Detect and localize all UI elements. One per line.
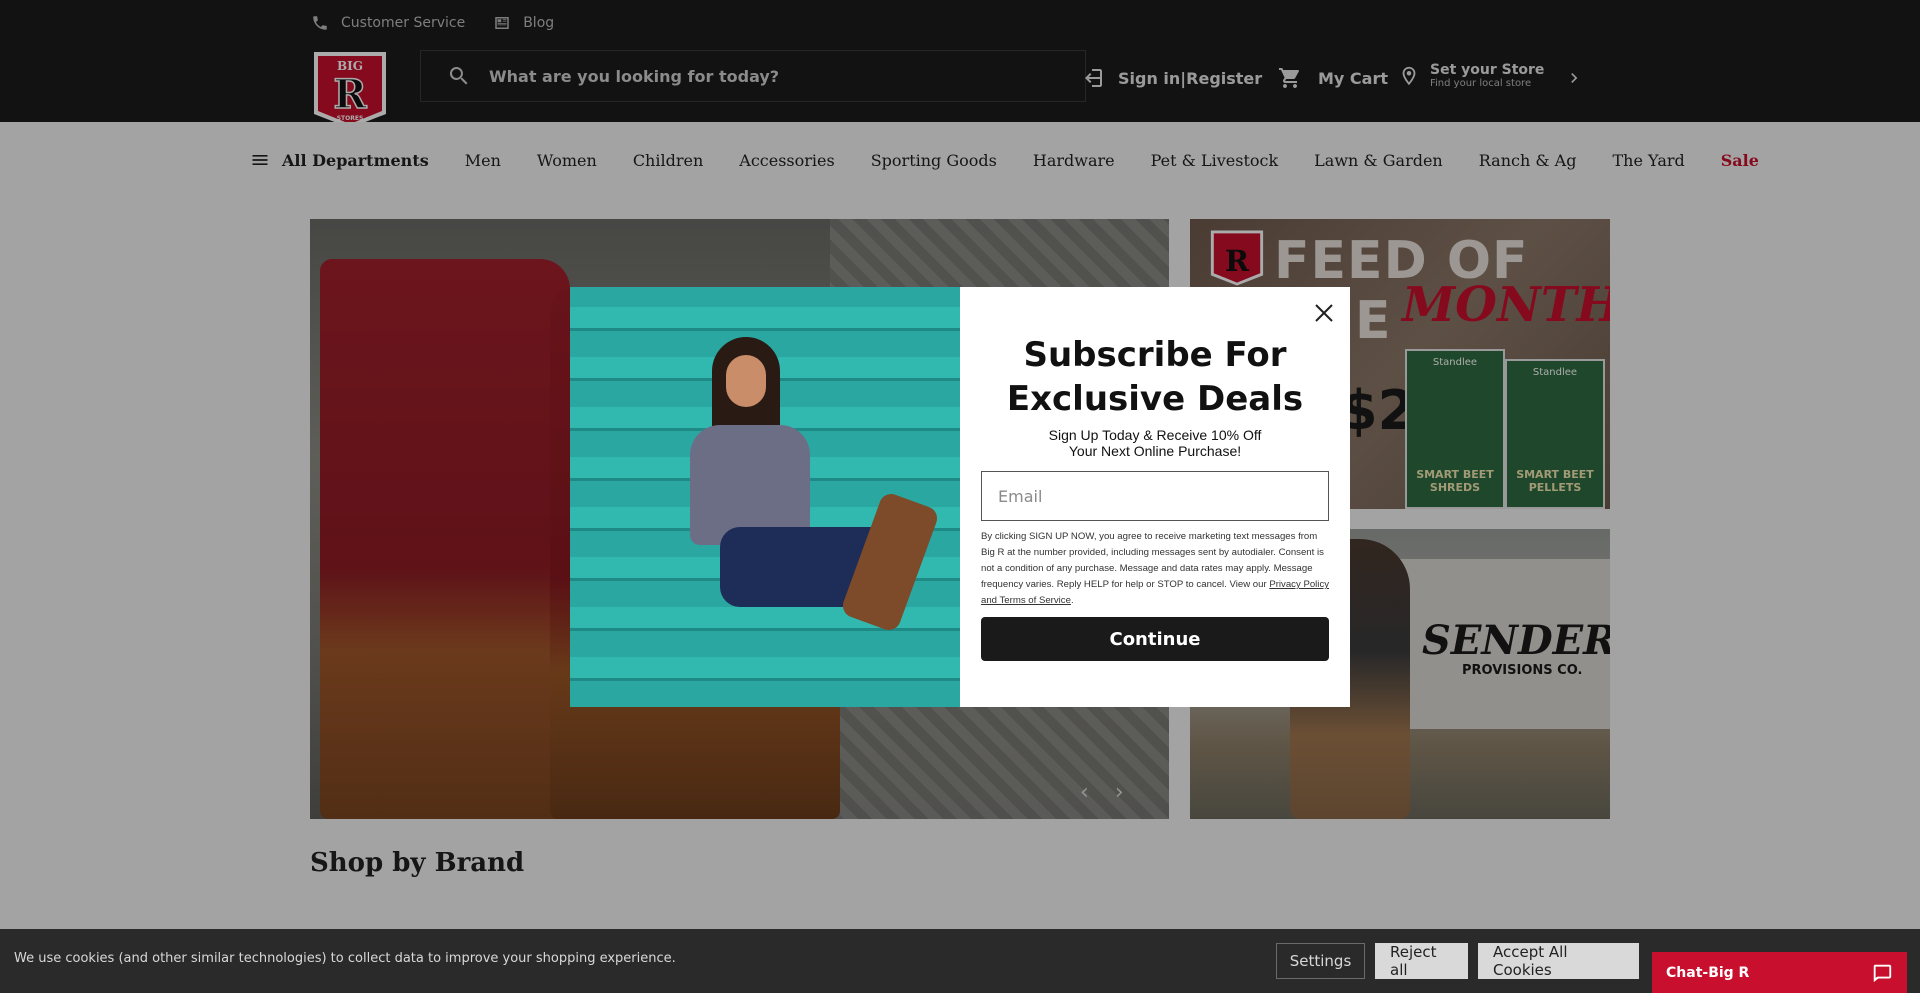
modal-subtitle-line2: Your Next Online Purchase! — [1068, 443, 1242, 459]
accept-all-cookies-button[interactable]: Accept All Cookies — [1478, 943, 1639, 979]
modal-form: Subscribe For Exclusive Deals Sign Up To… — [960, 287, 1350, 707]
bench-plank — [570, 307, 960, 331]
modal-photo — [570, 287, 960, 707]
cookie-consent-bar: We use cookies (and other similar techno… — [0, 929, 1920, 993]
modal-subtitle-line1: Sign Up Today & Receive 10% Off — [1048, 427, 1262, 443]
subscribe-modal: Subscribe For Exclusive Deals Sign Up To… — [570, 287, 1350, 707]
model-figure — [670, 337, 941, 657]
legal-end: . — [1070, 595, 1074, 606]
chat-bubble-icon — [1873, 964, 1892, 983]
chat-label: Chat-Big R — [1666, 964, 1750, 981]
close-icon[interactable] — [1310, 299, 1338, 327]
modal-title: Subscribe For Exclusive Deals — [1006, 335, 1304, 419]
bench-plank — [570, 657, 960, 681]
model-face — [726, 355, 766, 407]
cookie-message: We use cookies (and other similar techno… — [14, 951, 676, 966]
modal-subtitle: Sign Up Today & Receive 10% Off Your Nex… — [960, 427, 1350, 459]
cookie-settings-button[interactable]: Settings — [1276, 943, 1365, 979]
chat-widget-button[interactable]: Chat-Big R — [1652, 952, 1907, 993]
email-field[interactable] — [981, 471, 1329, 521]
legal-disclaimer: By clicking SIGN UP NOW, you agree to re… — [981, 529, 1331, 609]
reject-all-button[interactable]: Reject all — [1375, 943, 1468, 979]
continue-button[interactable]: Continue — [981, 617, 1329, 661]
